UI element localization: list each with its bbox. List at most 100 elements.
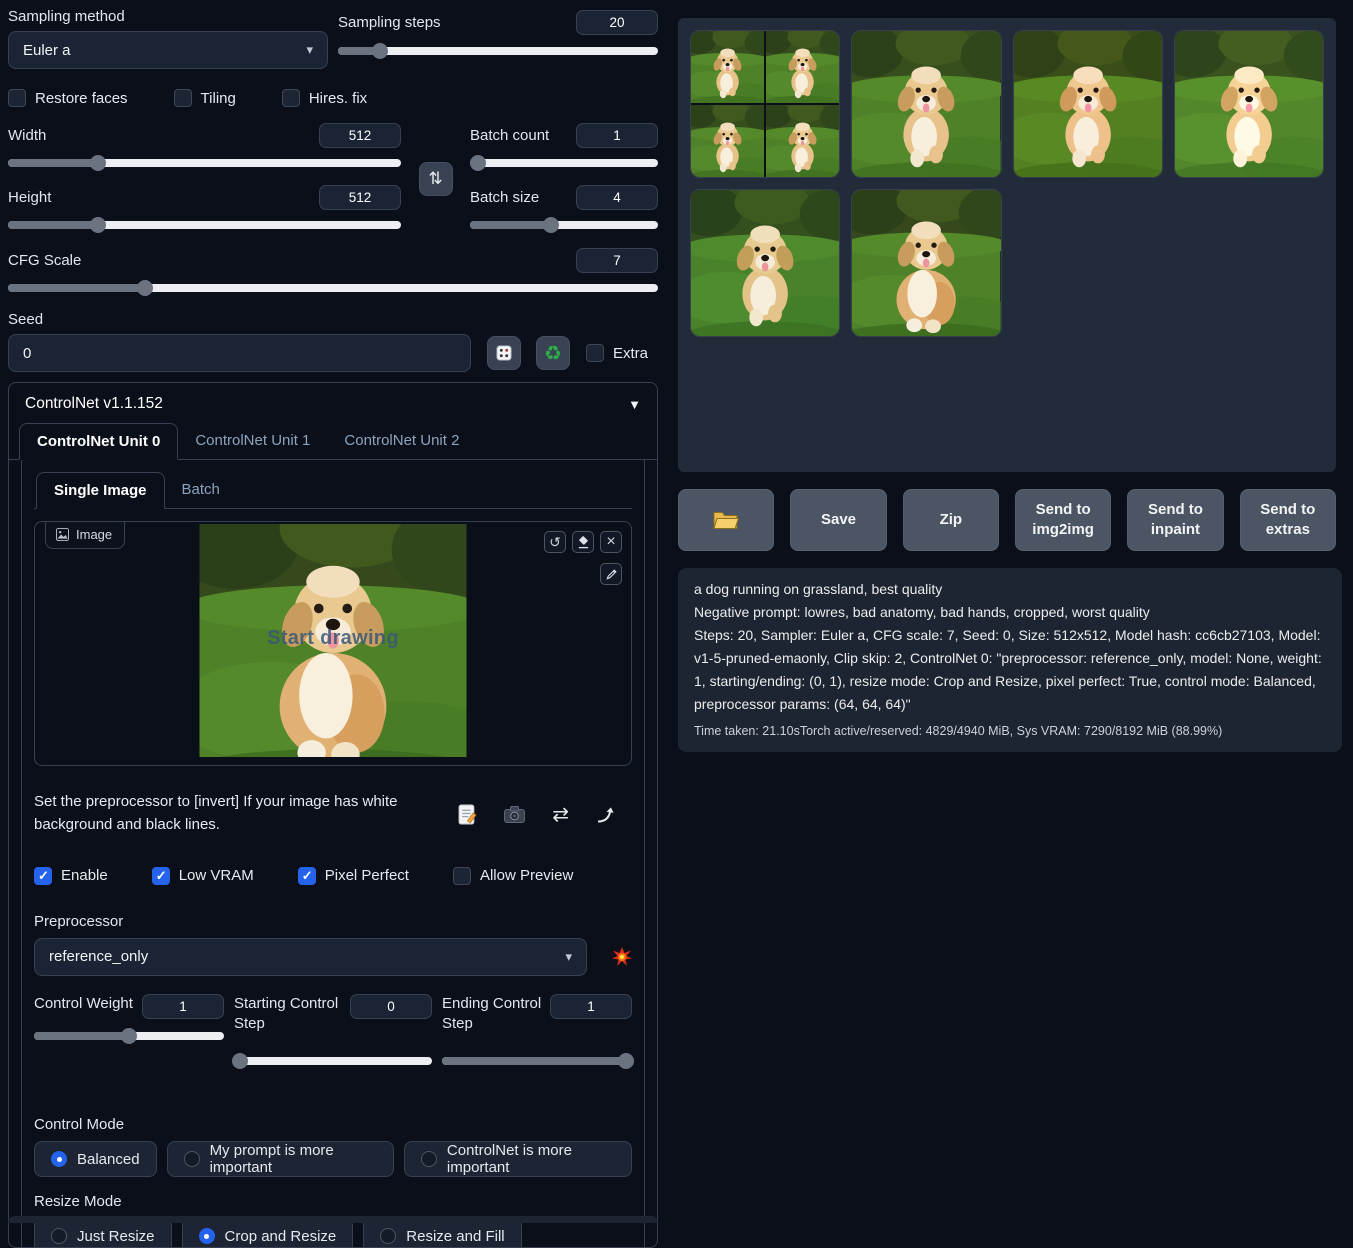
- gallery-thumbnail[interactable]: [851, 189, 1001, 337]
- batch-size-input[interactable]: 4: [576, 185, 658, 210]
- seed-label: Seed: [8, 311, 658, 328]
- controlnet-reference-image[interactable]: Start drawing: [200, 524, 467, 757]
- radio-icon[interactable]: [380, 1228, 396, 1244]
- batch-size-slider[interactable]: [470, 216, 658, 234]
- sampling-steps-input[interactable]: 20: [576, 10, 658, 35]
- allow-preview-checkbox[interactable]: Allow Preview: [453, 867, 573, 885]
- new-canvas-icon[interactable]: [458, 804, 477, 825]
- gallery-thumbnail[interactable]: [1174, 30, 1324, 178]
- extra-seed-checkbox[interactable]: Extra: [586, 344, 648, 362]
- pixel-perfect-box[interactable]: [298, 867, 316, 885]
- allow-preview-label: Allow Preview: [480, 867, 573, 884]
- send-dimensions-icon[interactable]: [596, 806, 616, 824]
- hires-fix-box[interactable]: [282, 89, 300, 107]
- sd-webui-txt2img-page: { "colors": { "page_bg": "#0b0f19", "acc…: [0, 0, 1353, 1223]
- mirror-webcam-icon[interactable]: [552, 802, 569, 827]
- gallery-thumbnail[interactable]: [851, 30, 1001, 178]
- chevron-down-icon: ▾: [565, 949, 572, 965]
- tab-controlnet-unit-2[interactable]: ControlNet Unit 2: [327, 423, 476, 459]
- low-vram-checkbox[interactable]: Low VRAM: [152, 867, 254, 885]
- sampling-steps-field: Sampling steps 20: [338, 8, 658, 69]
- cfg-input[interactable]: 7: [576, 248, 658, 273]
- brush-icon[interactable]: [600, 563, 622, 585]
- zip-button[interactable]: Zip: [903, 489, 999, 551]
- enable-checkbox[interactable]: Enable: [34, 867, 108, 885]
- control-weight-slider[interactable]: [34, 1027, 224, 1045]
- open-folder-button[interactable]: [678, 489, 774, 551]
- starting-control-step-slider[interactable]: [234, 1052, 432, 1070]
- ending-control-step-slider[interactable]: [442, 1052, 632, 1070]
- cfg-field: CFG Scale 7: [8, 248, 658, 297]
- cfg-slider[interactable]: [8, 279, 658, 297]
- control-mode-prompt-important[interactable]: My prompt is more important: [167, 1141, 394, 1177]
- enable-label: Enable: [61, 867, 108, 884]
- run-preprocessor-icon[interactable]: [612, 947, 632, 967]
- tab-controlnet-unit-0[interactable]: ControlNet Unit 0: [19, 423, 178, 460]
- restore-faces-box[interactable]: [8, 89, 26, 107]
- gallery-thumbnail[interactable]: [1013, 30, 1163, 178]
- send-to-extras-button[interactable]: Send to extras: [1240, 489, 1336, 551]
- control-mode-controlnet-important[interactable]: ControlNet is more important: [404, 1141, 632, 1177]
- batch-count-input[interactable]: 1: [576, 123, 658, 148]
- radio-icon[interactable]: [51, 1228, 67, 1244]
- chevron-down-icon: ▾: [306, 42, 313, 58]
- send-to-img2img-button[interactable]: Send to img2img: [1015, 489, 1111, 551]
- random-seed-button[interactable]: [487, 336, 521, 370]
- sampling-steps-slider[interactable]: [338, 42, 658, 60]
- clear-image-icon[interactable]: [600, 531, 622, 553]
- generation-settings-column: Sampling method Euler a ▾ Sampling steps…: [8, 8, 658, 1248]
- tab-batch[interactable]: Batch: [165, 472, 237, 508]
- save-button[interactable]: Save: [790, 489, 886, 551]
- tiling-box[interactable]: [174, 89, 192, 107]
- height-slider[interactable]: [8, 216, 401, 234]
- radio-selected-icon[interactable]: [51, 1151, 67, 1167]
- preprocessor-select[interactable]: reference_only ▾: [34, 938, 587, 976]
- batch-count-slider[interactable]: [470, 154, 658, 172]
- ending-control-step-field: Ending Control Step 1: [442, 994, 632, 1071]
- hires-fix-checkbox[interactable]: Hires. fix: [282, 89, 367, 107]
- restore-faces-checkbox[interactable]: Restore faces: [8, 89, 128, 107]
- low-vram-box[interactable]: [152, 867, 170, 885]
- height-input[interactable]: 512: [319, 185, 401, 210]
- webcam-icon[interactable]: [504, 806, 525, 823]
- control-mode-group: Control Mode Balanced My prompt is more …: [34, 1116, 632, 1177]
- gallery-thumbnail-grid[interactable]: [690, 30, 840, 178]
- generation-params-text: Steps: 20, Sampler: Euler a, CFG scale: …: [694, 624, 1326, 716]
- width-slider[interactable]: [8, 154, 401, 172]
- controlnet-accordion-header[interactable]: ControlNet v1.1.152 ▼: [9, 383, 657, 423]
- starting-control-step-input[interactable]: 0: [350, 994, 432, 1019]
- accordion-collapse-icon[interactable]: ▼: [628, 397, 641, 412]
- control-mode-balanced[interactable]: Balanced: [34, 1141, 157, 1177]
- allow-preview-box[interactable]: [453, 867, 471, 885]
- radio-icon[interactable]: [184, 1151, 200, 1167]
- batch-size-label: Batch size: [470, 189, 539, 206]
- control-mode-balanced-label: Balanced: [77, 1151, 140, 1168]
- tab-controlnet-unit-1[interactable]: ControlNet Unit 1: [178, 423, 327, 459]
- extra-seed-box[interactable]: [586, 344, 604, 362]
- undo-icon[interactable]: [544, 531, 566, 553]
- eraser-icon[interactable]: [572, 531, 594, 553]
- send-to-inpaint-button[interactable]: Send to inpaint: [1127, 489, 1223, 551]
- control-weight-field: Control Weight 1: [34, 994, 224, 1071]
- controlnet-image-canvas[interactable]: Image: [34, 521, 632, 766]
- width-input[interactable]: 512: [319, 123, 401, 148]
- image-badge: Image: [45, 522, 125, 549]
- swap-width-height-button[interactable]: [419, 162, 453, 196]
- pixel-perfect-checkbox[interactable]: Pixel Perfect: [298, 867, 409, 885]
- enable-box[interactable]: [34, 867, 52, 885]
- gallery-thumbnail[interactable]: [690, 189, 840, 337]
- tab-single-image[interactable]: Single Image: [36, 472, 165, 509]
- ending-control-step-input[interactable]: 1: [550, 994, 632, 1019]
- seed-input[interactable]: 0: [8, 334, 471, 372]
- radio-icon[interactable]: [421, 1151, 437, 1167]
- start-drawing-overlay: Start drawing: [200, 627, 467, 650]
- invert-hint-text: Set the preprocessor to [invert] If your…: [34, 790, 458, 837]
- radio-selected-icon[interactable]: [199, 1228, 215, 1244]
- preprocessor-field: Preprocessor reference_only ▾: [34, 913, 632, 976]
- next-accordion-edge: [8, 1216, 658, 1223]
- time-taken-text: Time taken: 21.10s: [694, 724, 800, 738]
- tiling-checkbox[interactable]: Tiling: [174, 89, 236, 107]
- control-weight-input[interactable]: 1: [142, 994, 224, 1019]
- sampling-method-select[interactable]: Euler a ▾: [8, 31, 328, 69]
- reuse-seed-button[interactable]: [536, 336, 570, 370]
